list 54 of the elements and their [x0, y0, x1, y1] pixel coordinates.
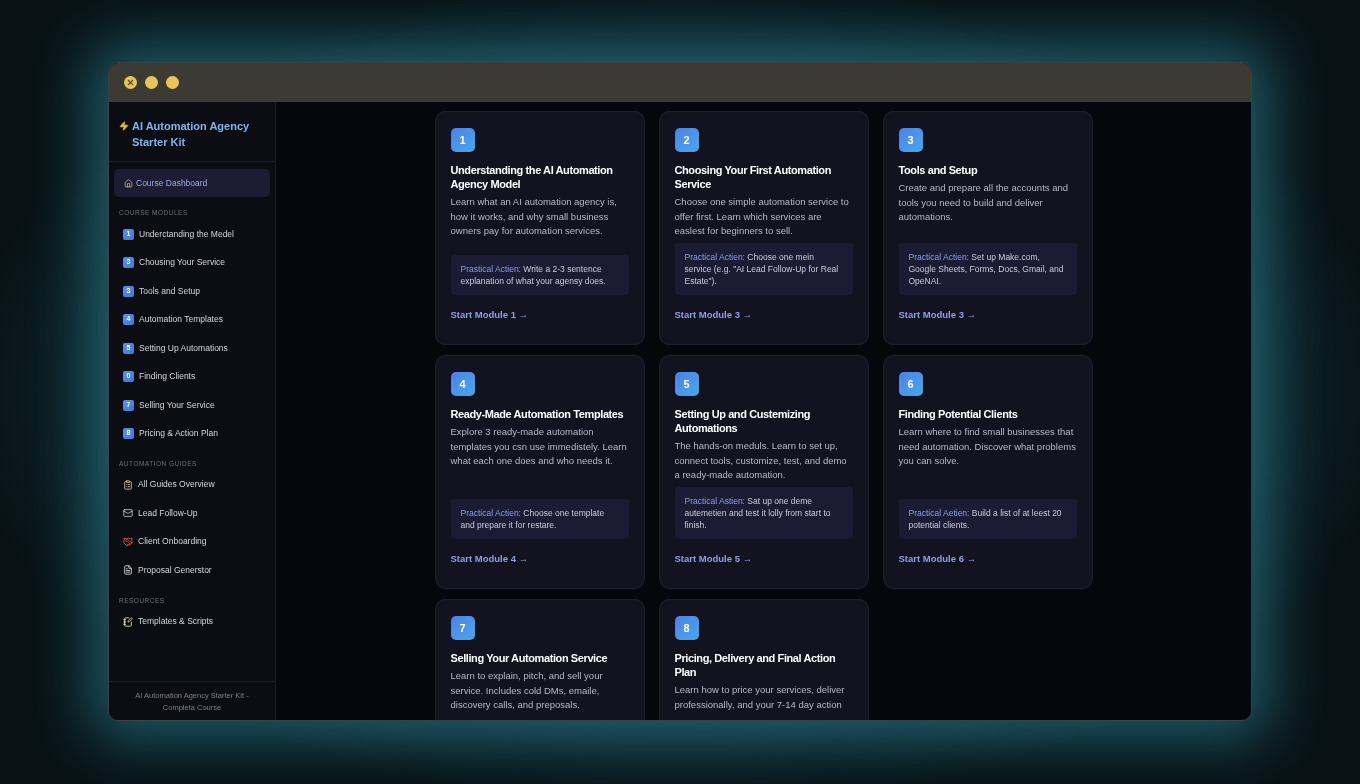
mail-icon [123, 508, 133, 519]
module-description: Learn where to find small businesses that need automation. Discover what problems you can solve. [898, 425, 1077, 468]
sidebar-title: AI Automation Agency Starter Kit [132, 119, 251, 150]
module-number: 5 [674, 372, 699, 396]
house-icon [124, 178, 133, 188]
start-module-link[interactable]: Start Module 6 → [898, 551, 1077, 566]
start-module-link[interactable]: Start Module 3 → [898, 307, 1077, 322]
module-description: Create and prepare all the accounts and tools you need to build and deliver automations. [898, 181, 1070, 224]
module-description: Explore 3 ready-made automation templates you csn use immedistely. Learn what each one does and who needs it. [450, 425, 628, 468]
start-module-link[interactable]: Start Module 1 → [450, 307, 629, 322]
module-title: Ready-Made Automation Templates [450, 407, 625, 421]
module-title: Setting Up and Custemizing Automations [674, 407, 812, 435]
module-description: Learn to explain, pitch, and sell your service. Includes cold DMs, emaile, discovery calls, and preposals. [450, 669, 604, 712]
module-description: Learn what an AI automation agency is, how it works, and why small business owners pay for automation services. [450, 195, 618, 238]
practical-action-note: Practical Aetien: Build a list of at leest 20 potential clients. [898, 498, 1077, 539]
module-title: Finding Potential Clients [898, 407, 1019, 421]
close-icon [126, 78, 135, 87]
module-title: Selling Your Automation Service [450, 651, 609, 665]
practical-action-note: Prastical Actien: Write a 2-3 sentence explanation of what your agensy does. [450, 254, 629, 295]
module-number: 4 [450, 372, 475, 396]
module-title: Pricing, Delivery and Final Action Plan [674, 651, 837, 679]
handshake-icon [123, 536, 133, 547]
minimize-button[interactable] [145, 76, 158, 89]
sidebar-nav-item[interactable]: All Guides Overview [114, 470, 270, 499]
module-description: Choose one simple automation service to offer first. Learn which services are easlest for beginners to sell. [674, 195, 850, 238]
module-number: 8 [674, 616, 699, 640]
sidebar-nav-item[interactable]: Templates & Scripts [114, 607, 270, 636]
module-number: 1 [450, 128, 475, 152]
practical-action-note: Practical Actien: Choose one template and prepare it for restare. [450, 498, 629, 539]
module-number: 6 [898, 372, 923, 396]
practical-action-note: Practical Actien: Choose one mein service (e.g. "AI Lead Follow-Up for Real Estate"). [674, 242, 853, 295]
sidebar-nav-item[interactable]: Client Onboarding [114, 527, 270, 556]
module-number: 2 [674, 128, 699, 152]
close-button[interactable] [124, 76, 137, 89]
start-module-link[interactable]: Start Module 3 → [674, 307, 853, 322]
start-module-link[interactable]: Start Module 5 → [674, 551, 853, 566]
practical-action-note: Practical Astien: Sat up one deme autemetien and test it lolly from start to finish. [674, 486, 853, 539]
module-description: Learn how to price your services, deliver professionally, and your 7-14 day action [674, 683, 846, 712]
module-title: Tools and Setup [898, 163, 979, 177]
sidebar-nav-item[interactable]: Proposal Generstor [114, 556, 270, 585]
dashboard-nav-item[interactable]: Course Dashboard [114, 169, 270, 197]
module-number: 3 [898, 128, 923, 152]
start-module-link[interactable]: Start Module 4 → [450, 551, 629, 566]
module-title: Understanding the AI Automation Agency Model [450, 163, 614, 191]
module-title: Choosing Your First Automation Service [674, 163, 832, 191]
document-icon [123, 565, 133, 576]
module-description: The hands-on meduls. Learn to set up, connect tools, customize, test, and demo a ready-made automation. [674, 439, 848, 482]
notebook-icon [123, 616, 133, 627]
lightning-icon [119, 121, 129, 131]
sidebar-nav-item[interactable]: Lead Follow-Up [114, 499, 270, 528]
clipboard-icon [123, 479, 133, 490]
zoom-button[interactable] [166, 76, 179, 89]
practical-action-note: Practical Actien: Set up Make.com, Google Sheets, Forms, Docs, Gmail, and OpeNAI. [898, 242, 1077, 295]
module-number: 7 [450, 616, 475, 640]
